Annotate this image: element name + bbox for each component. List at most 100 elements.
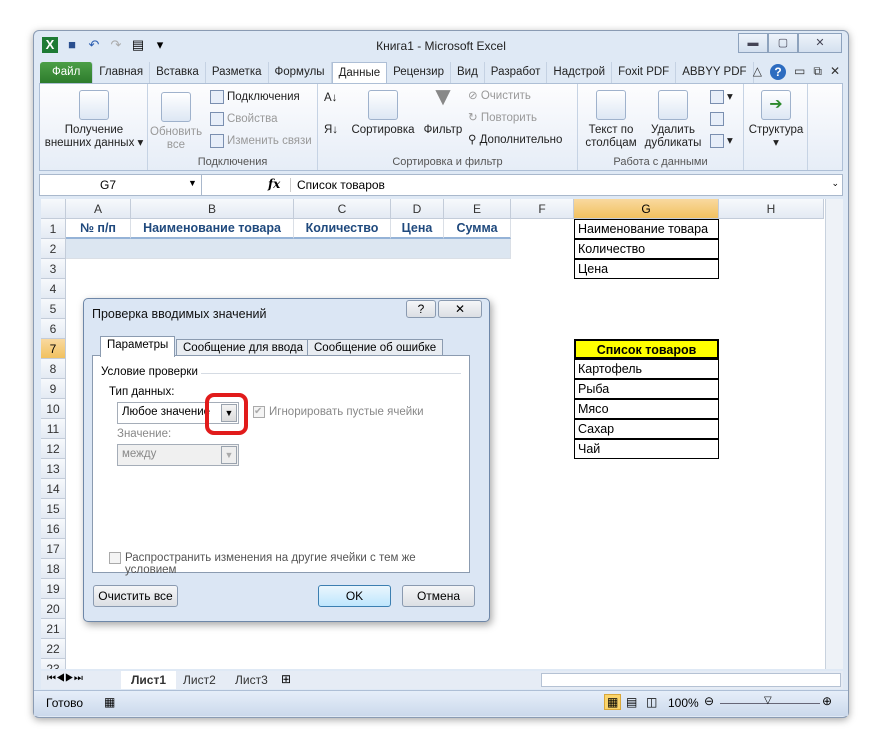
get-external-data-button[interactable]: Получение внешних данных ▾ xyxy=(44,90,144,150)
row-header[interactable]: 7 xyxy=(41,339,66,359)
properties-button[interactable]: Свойства xyxy=(210,112,278,126)
row-header[interactable]: 16 xyxy=(41,519,66,539)
cell-g10[interactable]: Мясо xyxy=(574,399,719,419)
column-header[interactable]: A xyxy=(66,199,131,219)
name-box-dropdown-icon[interactable]: ▼ xyxy=(188,178,197,188)
column-header[interactable]: G xyxy=(574,199,719,219)
row-header[interactable]: 5 xyxy=(41,299,66,319)
cell-g9[interactable]: Рыба xyxy=(574,379,719,399)
cell-e1[interactable]: Сумма xyxy=(444,219,511,239)
cell-d1[interactable]: Цена xyxy=(391,219,444,239)
tab-8[interactable]: Разработ xyxy=(485,62,548,84)
advanced-filter-button[interactable]: ⚲ Дополнительно xyxy=(468,134,562,147)
filter-button[interactable]: ▼ Фильтр xyxy=(418,83,468,137)
workbook-minimize-icon[interactable]: ▭ xyxy=(794,64,805,80)
maximize-button[interactable]: ▢ xyxy=(768,33,798,53)
column-header[interactable]: E xyxy=(444,199,511,219)
row-header[interactable]: 9 xyxy=(41,379,66,399)
cell-g12[interactable]: Чай xyxy=(574,439,719,459)
row-header[interactable]: 10 xyxy=(41,399,66,419)
reapply-button[interactable]: ↻ Повторить xyxy=(468,112,537,125)
cell-g7[interactable]: Список товаров xyxy=(574,339,719,359)
tab-7[interactable]: Вид xyxy=(451,62,485,84)
name-box[interactable]: G7 xyxy=(40,175,202,195)
what-if-button[interactable]: ▾ xyxy=(710,134,733,148)
close-button[interactable]: ✕ xyxy=(798,33,842,53)
value-dropdown-arrow[interactable]: ▼ xyxy=(221,446,237,464)
column-header[interactable]: C xyxy=(294,199,391,219)
value-select[interactable]: между ▼ xyxy=(117,444,239,466)
consolidate-button[interactable] xyxy=(710,112,727,126)
ignore-blank-checkbox[interactable]: ✔ xyxy=(253,406,265,418)
column-header[interactable]: F xyxy=(511,199,574,219)
text-to-columns-button[interactable]: Текст по столбцам xyxy=(580,90,642,150)
vertical-scrollbar[interactable] xyxy=(825,199,843,669)
row-header[interactable]: 14 xyxy=(41,479,66,499)
select-all-corner[interactable] xyxy=(41,199,66,219)
tab-5[interactable]: Данные xyxy=(331,62,388,84)
formula-input[interactable]: Список товаров xyxy=(290,178,385,192)
sort-az-button[interactable]: А↓ xyxy=(324,92,337,105)
row-header[interactable]: 13 xyxy=(41,459,66,479)
row-header[interactable]: 8 xyxy=(41,359,66,379)
zoom-slider-thumb[interactable]: ▽ xyxy=(764,695,772,706)
refresh-all-button[interactable]: Обновить все xyxy=(150,92,202,152)
apply-all-checkbox[interactable] xyxy=(109,552,121,564)
tab-9[interactable]: Надстрой xyxy=(547,62,613,84)
column-header[interactable]: B xyxy=(131,199,294,219)
workbook-restore-icon[interactable]: ⧉ xyxy=(813,64,822,80)
row-header[interactable]: 12 xyxy=(41,439,66,459)
minimize-button[interactable]: ▬ xyxy=(738,33,768,53)
help-icon[interactable]: ? xyxy=(770,64,787,80)
sort-za-button[interactable]: Я↓ xyxy=(324,124,338,137)
page-layout-icon[interactable]: ▤ xyxy=(626,695,637,709)
clear-all-button[interactable]: Очистить все xyxy=(93,585,178,607)
zoom-level[interactable]: 100% xyxy=(668,696,699,710)
row-header[interactable]: 19 xyxy=(41,579,66,599)
tab-11[interactable]: ABBYY PDF xyxy=(676,62,754,84)
sheet-tab[interactable]: Лист2 xyxy=(173,671,226,689)
minimize-ribbon-icon[interactable]: △ xyxy=(753,64,762,80)
row-header[interactable]: 23 xyxy=(41,659,66,669)
row-header[interactable]: 20 xyxy=(41,599,66,619)
row-header[interactable]: 18 xyxy=(41,559,66,579)
sort-button[interactable]: Сортировка xyxy=(348,90,418,137)
tab-4[interactable]: Формулы xyxy=(269,62,332,84)
cell-g8[interactable]: Картофель xyxy=(574,359,719,379)
sheet-nav-icon[interactable]: ⏮◀▶⏭ xyxy=(47,673,83,684)
row-header[interactable]: 6 xyxy=(41,319,66,339)
tab-settings[interactable]: Параметры xyxy=(100,336,176,357)
macro-record-icon[interactable]: ▦ xyxy=(104,695,115,709)
row-header[interactable]: 15 xyxy=(41,499,66,519)
dialog-close-button[interactable]: ✕ xyxy=(438,300,482,318)
row-header[interactable]: 1 xyxy=(41,219,66,239)
sheet-tab[interactable]: Лист3 xyxy=(225,671,278,689)
remove-duplicates-button[interactable]: Удалить дубликаты xyxy=(642,90,704,150)
cell-g2[interactable]: Количество xyxy=(574,239,719,259)
column-header[interactable]: H xyxy=(719,199,824,219)
row-header[interactable]: 3 xyxy=(41,259,66,279)
data-validation-button[interactable]: ▾ xyxy=(710,90,733,104)
cell-g1[interactable]: Наименование товара xyxy=(574,219,719,239)
outline-button[interactable]: ➔ Структура ▾ xyxy=(746,90,806,150)
workbook-close-icon[interactable]: ✕ xyxy=(830,64,840,80)
connections-button[interactable]: Подключения xyxy=(210,90,300,104)
row-header[interactable]: 21 xyxy=(41,619,66,639)
cell-c1[interactable]: Количество xyxy=(294,219,391,239)
cell-g11[interactable]: Сахар xyxy=(574,419,719,439)
tab-2[interactable]: Вставка xyxy=(150,62,206,84)
cell-g3[interactable]: Цена xyxy=(574,259,719,279)
zoom-in-button[interactable]: ⊕ xyxy=(822,694,832,708)
table-row-2[interactable] xyxy=(66,239,511,259)
tab-0[interactable]: Файл xyxy=(40,62,94,84)
tab-3[interactable]: Разметка xyxy=(206,62,269,84)
edit-links-button[interactable]: Изменить связи xyxy=(210,134,312,148)
row-header[interactable]: 22 xyxy=(41,639,66,659)
tab-1[interactable]: Главная xyxy=(93,62,151,84)
cell-b1[interactable]: Наименование товара xyxy=(131,219,294,239)
sheet-tab[interactable]: Лист1 xyxy=(121,671,177,689)
row-header[interactable]: 2 xyxy=(41,239,66,259)
clear-filter-button[interactable]: ⊘ Очистить xyxy=(468,90,531,103)
row-header[interactable]: 11 xyxy=(41,419,66,439)
horizontal-scrollbar[interactable] xyxy=(541,673,841,687)
